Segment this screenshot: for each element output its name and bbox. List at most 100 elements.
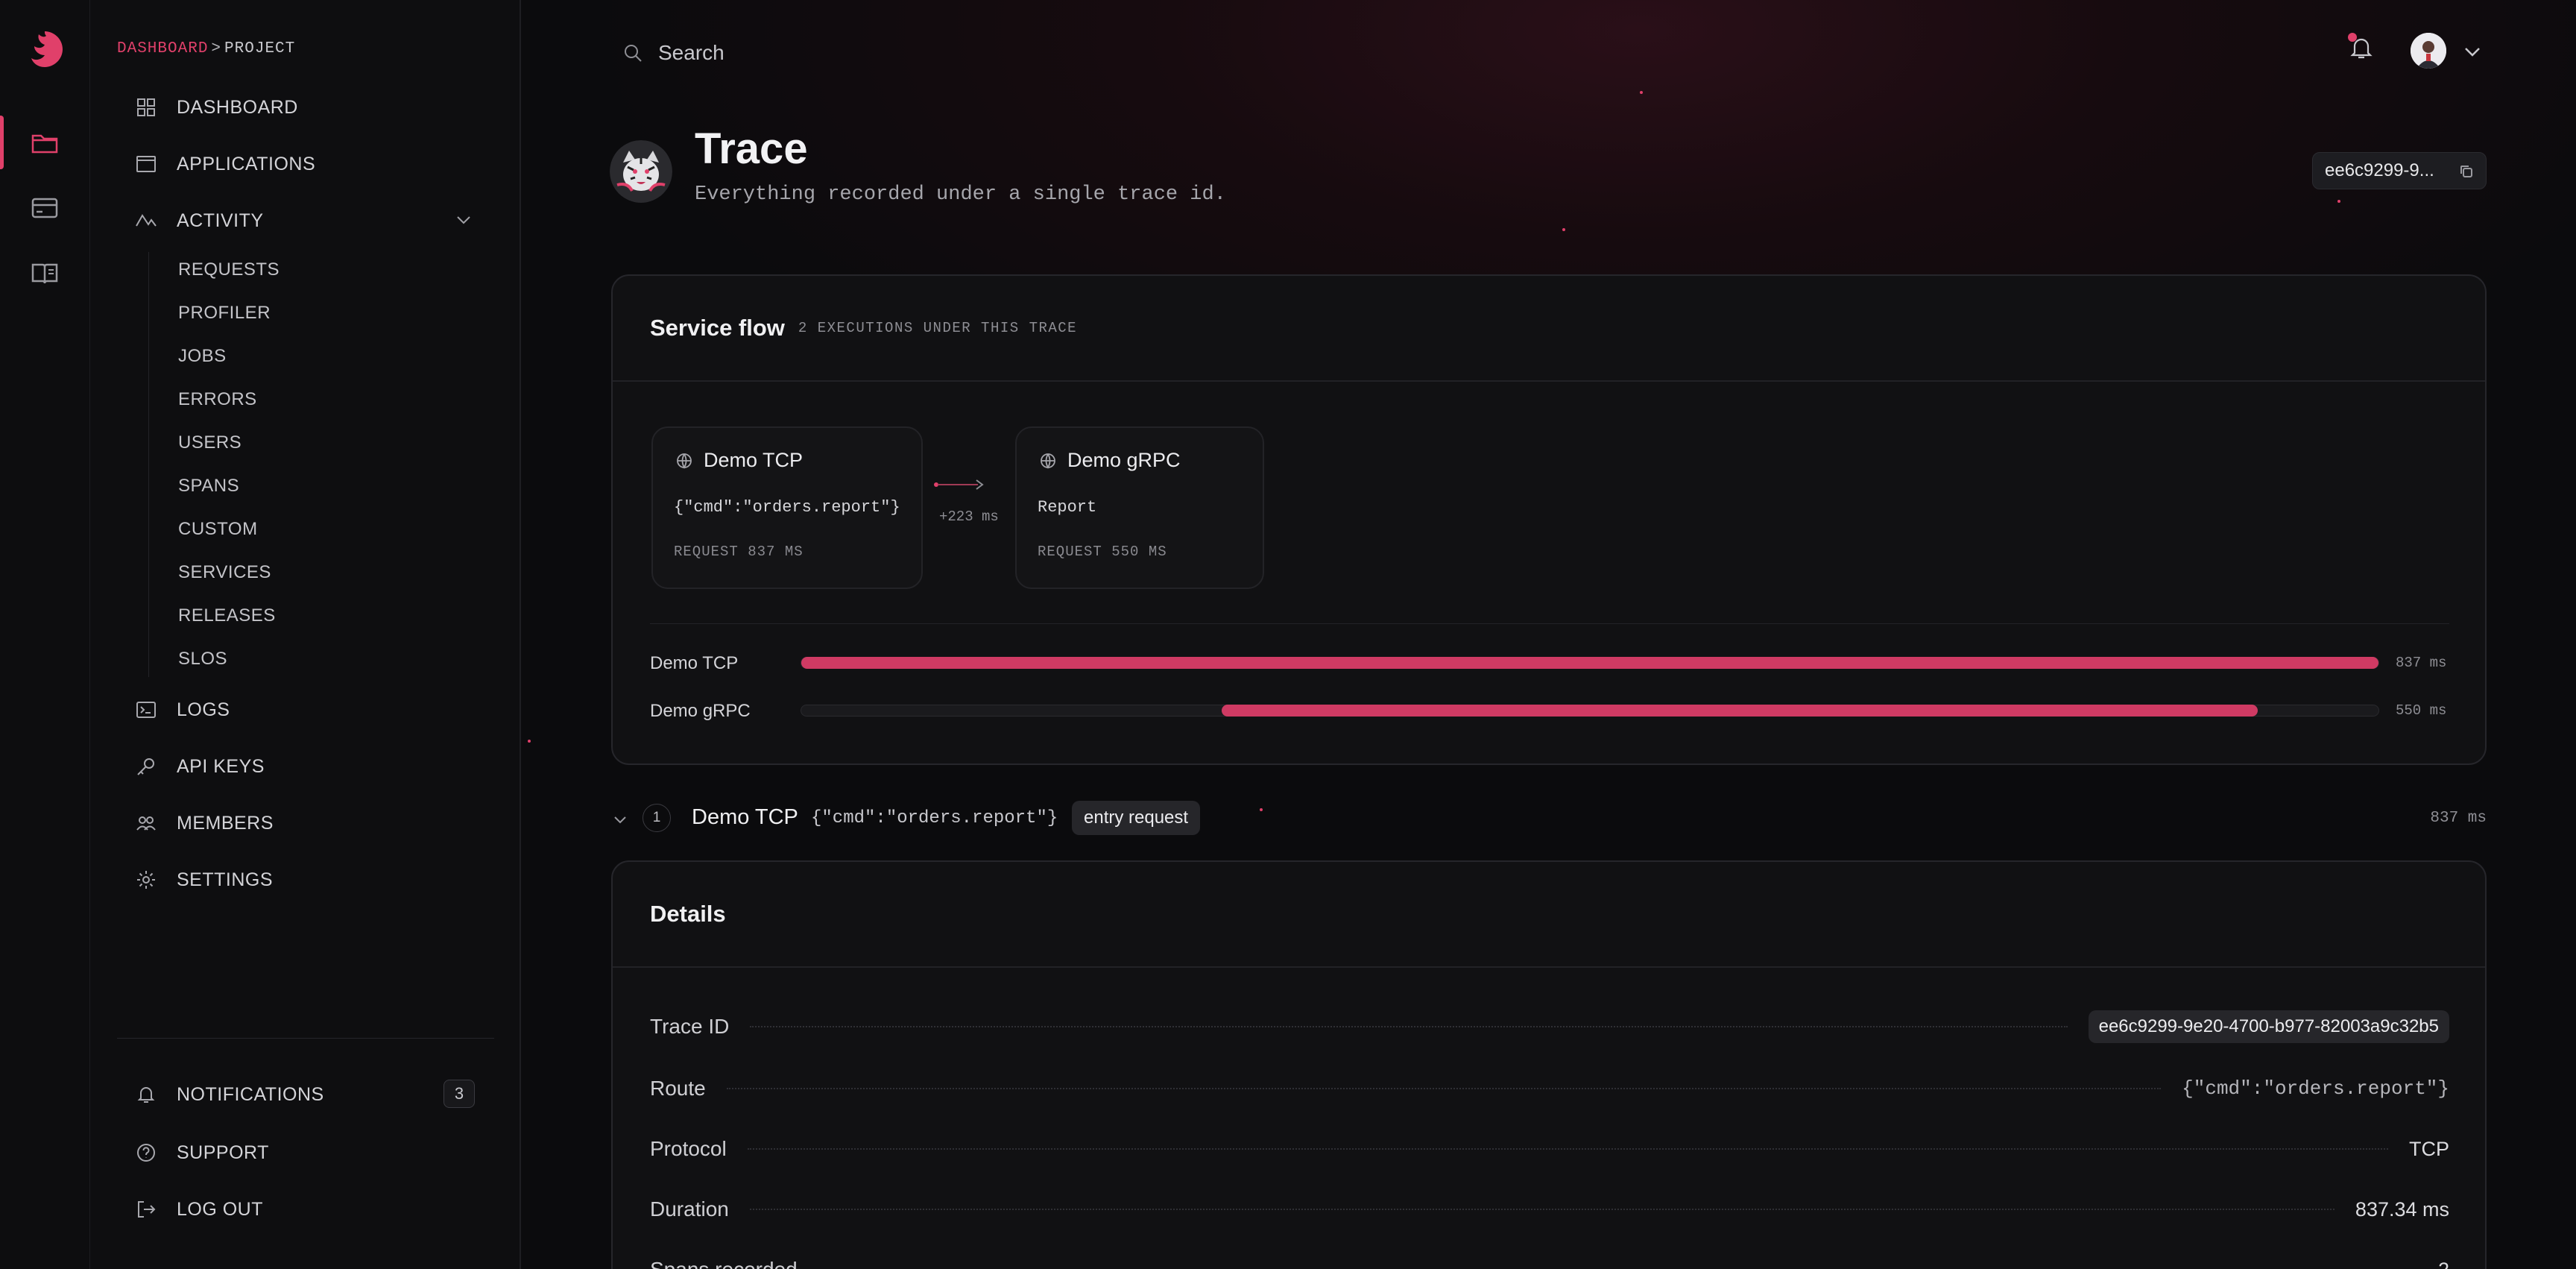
sidebar-item-dashboard[interactable]: DASHBOARD xyxy=(135,85,508,130)
background-spark xyxy=(2337,200,2340,203)
breadcrumb-separator: > xyxy=(211,40,222,57)
breadcrumb-root[interactable]: DASHBOARD xyxy=(117,40,208,57)
service-node-route: {"cmd":"orders.report"} xyxy=(674,498,900,517)
sidebar-subitem-releases[interactable]: RELEASES xyxy=(178,605,276,626)
details-key: Trace ID xyxy=(650,1015,730,1038)
sidebar-item-api-keys[interactable]: API KEYS xyxy=(135,744,508,789)
sidebar-item-settings[interactable]: SETTINGS xyxy=(135,857,508,902)
sidebar-item-label: API KEYS xyxy=(177,755,265,777)
details-key: Duration xyxy=(650,1197,729,1221)
details-leader xyxy=(750,1026,2068,1027)
details-value: 837.34 ms xyxy=(2355,1197,2449,1221)
notification-dot xyxy=(2348,33,2357,42)
sidebar-divider xyxy=(117,1038,494,1039)
sidebar-item-logout[interactable]: LOG OUT xyxy=(135,1187,508,1232)
sidebar-subitem-users[interactable]: USERS xyxy=(178,432,242,453)
sidebar-subitem-profiler[interactable]: PROFILER xyxy=(178,303,271,324)
avatar[interactable] xyxy=(2411,33,2446,69)
sidebar-subitem-services[interactable]: SERVICES xyxy=(178,562,271,583)
key-icon xyxy=(137,758,154,775)
search-bar[interactable]: Search xyxy=(622,41,724,65)
details-row: Duration 837.34 ms xyxy=(650,1191,2449,1228)
sidebar-item-label: SETTINGS xyxy=(177,869,274,890)
waterfall-row-name: Demo gRPC xyxy=(650,701,751,721)
sidebar-item-label: NOTIFICATIONS xyxy=(177,1083,324,1105)
chevron-down-icon[interactable] xyxy=(454,210,473,230)
waterfall-bar[interactable] xyxy=(1221,705,2258,717)
trace-id-value[interactable]: ee6c9299-9e20-4700-b977-82003a9c32b5 xyxy=(2088,1010,2449,1043)
details-key: Spans recorded xyxy=(650,1258,798,1269)
breadcrumb-current: PROJECT xyxy=(224,40,296,57)
breadcrumb: DASHBOARD > PROJECT xyxy=(117,40,295,57)
service-node-meta: REQUEST 837 MS xyxy=(674,544,804,560)
background-spark xyxy=(528,740,531,743)
sidebar: DASHBOARD > PROJECT DASHBOARD APPLICATIONS… xyxy=(90,0,521,1269)
sidebar-item-label: ACTIVITY xyxy=(177,210,264,231)
details-header: Details xyxy=(613,862,2485,968)
sidebar-item-label: LOGS xyxy=(177,699,230,720)
waterfall-duration: 550 ms xyxy=(2396,702,2447,719)
copy-icon[interactable] xyxy=(2459,164,2474,179)
waterfall-bar[interactable] xyxy=(801,657,2378,669)
rail-active-indicator xyxy=(0,116,4,169)
details-row: Protocol TCP xyxy=(650,1130,2449,1168)
page-subtitle: Everything recorded under a single trace… xyxy=(695,183,1226,206)
flow-divider xyxy=(650,623,2449,624)
details-key: Protocol xyxy=(650,1137,727,1160)
sidebar-subitem-jobs[interactable]: JOBS xyxy=(178,346,227,367)
details-leader xyxy=(726,1088,2162,1089)
service-node[interactable]: Demo gRPC Report REQUEST 550 MS xyxy=(1015,426,1264,589)
sidebar-item-support[interactable]: SUPPORT xyxy=(135,1130,508,1175)
help-icon xyxy=(137,1144,155,1162)
execution-row[interactable]: 1 Demo TCP {"cmd":"orders.report"} entry… xyxy=(611,801,2487,838)
brand-logo-icon[interactable] xyxy=(22,27,67,72)
search-icon xyxy=(625,45,642,62)
details-key: Route xyxy=(650,1077,706,1100)
chevron-down-icon[interactable] xyxy=(2461,40,2484,63)
folder-icon[interactable] xyxy=(28,126,61,159)
sidebar-item-label: APPLICATIONS xyxy=(177,153,316,174)
search-input[interactable]: Search xyxy=(658,41,724,65)
waterfall-track xyxy=(801,657,2379,669)
book-icon[interactable] xyxy=(28,257,61,290)
sidebar-item-label: MEMBERS xyxy=(177,812,274,834)
waterfall-track xyxy=(801,705,2379,717)
waterfall-row-name: Demo TCP xyxy=(650,653,739,673)
sidebar-item-label: LOG OUT xyxy=(177,1198,264,1220)
tiger-mascot-icon xyxy=(610,140,672,203)
sidebar-item-members[interactable]: MEMBERS xyxy=(135,801,508,846)
gear-icon xyxy=(137,871,155,889)
logout-icon xyxy=(138,1201,156,1218)
terminal-icon xyxy=(136,702,156,718)
waterfall-duration: 837 ms xyxy=(2396,655,2447,671)
bell-icon xyxy=(137,1087,155,1103)
details-title: Details xyxy=(650,901,726,927)
details-value: 2 xyxy=(2438,1259,2449,1269)
sidebar-subitem-spans[interactable]: SPANS xyxy=(178,476,239,497)
details-value: TCP xyxy=(2409,1137,2449,1160)
service-node[interactable]: Demo TCP {"cmd":"orders.report"} REQUEST… xyxy=(651,426,923,589)
flow-connector-label: +223 ms xyxy=(939,508,999,525)
service-node-name: Demo gRPC xyxy=(1067,449,1181,471)
sidebar-item-applications[interactable]: APPLICATIONS xyxy=(135,142,508,186)
service-flow-header: Service flow 2 EXECUTIONS UNDER THIS TRA… xyxy=(613,276,2485,382)
trace-id-chip[interactable]: ee6c9299-9... xyxy=(2312,152,2487,189)
window-icon xyxy=(136,156,156,172)
chevron-down-icon[interactable] xyxy=(611,810,629,828)
card-icon[interactable] xyxy=(28,192,61,224)
sidebar-subitem-slos[interactable]: SLOS xyxy=(178,649,227,670)
execution-name: Demo TCP xyxy=(692,805,798,829)
sidebar-subitem-requests[interactable]: REQUESTS xyxy=(178,259,280,280)
service-flow-card: Service flow 2 EXECUTIONS UNDER THIS TRA… xyxy=(611,274,2487,765)
notifications-button[interactable] xyxy=(2346,33,2376,63)
sidebar-item-logs[interactable]: LOGS xyxy=(135,687,508,732)
service-flow-meta: 2 EXECUTIONS UNDER THIS TRACE xyxy=(798,320,1078,336)
sidebar-subitem-errors[interactable]: ERRORS xyxy=(178,389,257,410)
service-flow-title: Service flow xyxy=(650,315,785,341)
project-avatar xyxy=(610,140,672,203)
sidebar-subitem-custom[interactable]: CUSTOM xyxy=(178,519,258,540)
background-spark xyxy=(1640,91,1643,94)
page-title: Trace xyxy=(695,125,808,173)
sidebar-item-activity[interactable]: ACTIVITY xyxy=(135,198,508,243)
service-node-meta: REQUEST 550 MS xyxy=(1038,544,1167,560)
